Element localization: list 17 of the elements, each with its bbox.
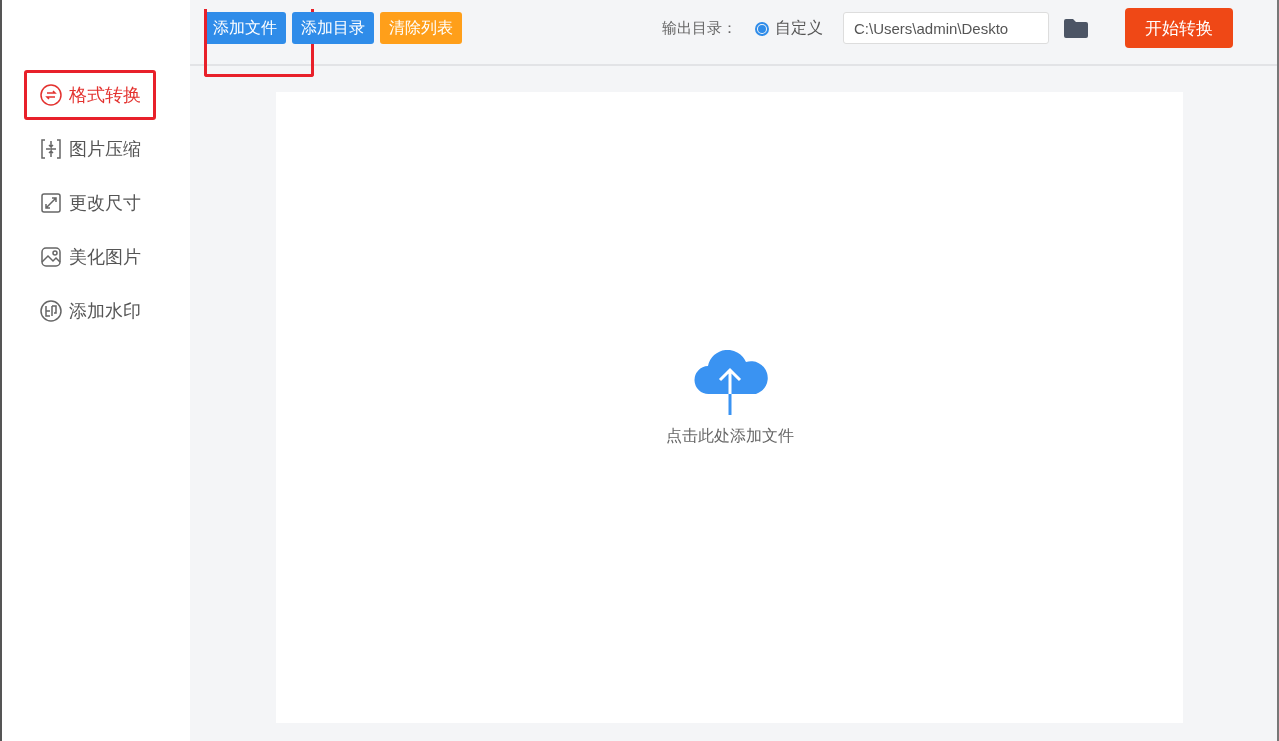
drop-area[interactable]: 点击此处添加文件	[276, 92, 1183, 723]
swap-icon	[39, 83, 63, 107]
compress-icon	[39, 137, 63, 161]
sidebar-item[interactable]: 添加水印	[24, 286, 156, 336]
sidebar-item[interactable]: 更改尺寸	[24, 178, 156, 228]
radio-option[interactable]: 自定义	[755, 18, 823, 39]
output-label: 输出目录：	[662, 19, 737, 38]
resize-icon	[39, 191, 63, 215]
start-button[interactable]: 开始转换	[1125, 8, 1233, 48]
stamp-icon	[39, 299, 63, 323]
drop-hint: 点击此处添加文件	[665, 426, 794, 447]
sidebar-item[interactable]: 图片压缩	[24, 124, 156, 174]
sidebar-item[interactable]: 美化图片	[24, 232, 156, 282]
sidebar-item[interactable]: 格式转换	[24, 70, 156, 120]
folder-icon[interactable]	[1063, 18, 1089, 40]
path-field[interactable]: C:\Users\admin\Deskto	[843, 12, 1049, 44]
image-icon	[39, 245, 63, 269]
